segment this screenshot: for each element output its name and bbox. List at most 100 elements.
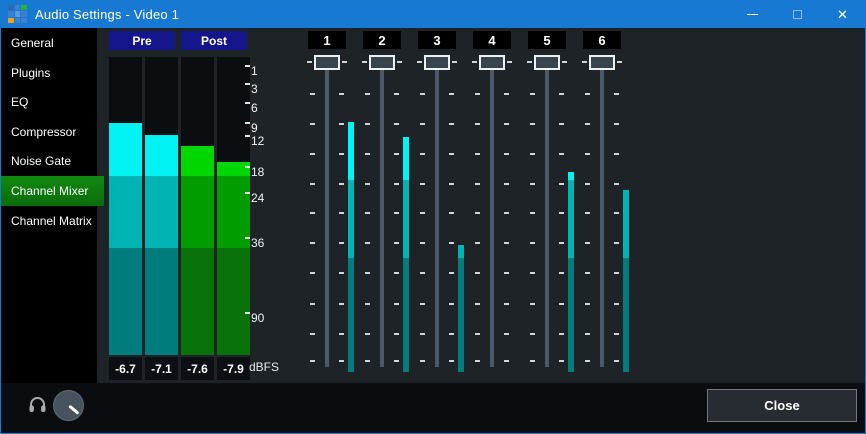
slider-scale-tick bbox=[504, 183, 509, 185]
app-logo-square bbox=[21, 5, 27, 11]
meter-value: -7.6 bbox=[181, 357, 214, 380]
sidebar-item-channel-mixer[interactable]: Channel Mixer bbox=[1, 176, 104, 206]
slider-scale-tick bbox=[614, 183, 619, 185]
slider-scale-tick bbox=[365, 93, 370, 95]
sidebar-item-eq[interactable]: EQ bbox=[1, 87, 97, 117]
channel-slider-track-1[interactable] bbox=[325, 62, 329, 367]
meter-value: -6.7 bbox=[109, 357, 142, 380]
channel-level-meter-2 bbox=[403, 57, 409, 372]
slider-scale-tick bbox=[559, 93, 564, 95]
app-logo-square bbox=[21, 18, 27, 24]
slider-scale-tick bbox=[530, 153, 535, 155]
slider-handle-tick bbox=[507, 61, 512, 63]
minimize-button[interactable] bbox=[730, 0, 775, 28]
channel-header-2: 2 bbox=[363, 31, 401, 49]
channel-header-4: 4 bbox=[473, 31, 511, 49]
slider-scale-tick bbox=[475, 242, 480, 244]
scale-tick-mark bbox=[245, 122, 250, 124]
slider-scale-tick bbox=[475, 153, 480, 155]
slider-scale-tick bbox=[365, 183, 370, 185]
sidebar: GeneralPluginsEQCompressorNoise Gate Chan… bbox=[1, 28, 97, 385]
audio-settings-window: Audio Settings - Video 1 ✕ GeneralPlugin… bbox=[0, 0, 866, 434]
slider-handle-tick bbox=[397, 61, 402, 63]
channel-meter-empty bbox=[403, 57, 409, 137]
scale-tick-label: 12 bbox=[251, 134, 264, 148]
channel-header-6: 6 bbox=[583, 31, 621, 49]
slider-handle-tick bbox=[562, 61, 567, 63]
slider-handle-tick bbox=[527, 61, 532, 63]
slider-handle-tick bbox=[362, 61, 367, 63]
channel-slider-handle-1[interactable] bbox=[314, 55, 340, 70]
sidebar-item-plugins[interactable]: Plugins bbox=[1, 58, 97, 88]
slider-scale-tick bbox=[530, 360, 535, 362]
monitor-volume-knob[interactable] bbox=[53, 390, 84, 421]
slider-scale-tick bbox=[394, 212, 399, 214]
channel-slider-track-4[interactable] bbox=[490, 62, 494, 367]
titlebar[interactable]: Audio Settings - Video 1 ✕ bbox=[1, 0, 865, 28]
footer-bar: Close bbox=[1, 383, 865, 433]
slider-scale-tick bbox=[310, 360, 315, 362]
slider-scale-tick bbox=[585, 183, 590, 185]
level-meter-empty bbox=[217, 57, 250, 162]
slider-scale-tick bbox=[530, 303, 535, 305]
slider-scale-tick bbox=[559, 123, 564, 125]
slider-scale-tick bbox=[420, 272, 425, 274]
sidebar-item-compressor[interactable]: Compressor bbox=[1, 117, 97, 147]
scale-tick-mark bbox=[245, 166, 250, 168]
slider-scale-tick bbox=[449, 183, 454, 185]
channel-slider-track-3[interactable] bbox=[435, 62, 439, 367]
slider-scale-tick bbox=[475, 272, 480, 274]
level-meter-empty bbox=[181, 57, 214, 146]
slider-scale-tick bbox=[585, 333, 590, 335]
slider-scale-tick bbox=[530, 212, 535, 214]
slider-scale-tick bbox=[310, 212, 315, 214]
headphones-icon[interactable] bbox=[28, 396, 47, 418]
slider-scale-tick bbox=[339, 93, 344, 95]
slider-scale-tick bbox=[504, 93, 509, 95]
slider-scale-tick bbox=[475, 93, 480, 95]
slider-handle-tick bbox=[342, 61, 347, 63]
slider-scale-tick bbox=[530, 123, 535, 125]
slider-scale-tick bbox=[420, 123, 425, 125]
slider-scale-tick bbox=[559, 212, 564, 214]
slider-scale-tick bbox=[559, 333, 564, 335]
channel-slider-handle-2[interactable] bbox=[369, 55, 395, 70]
channel-meter-empty bbox=[348, 57, 354, 122]
close-window-button[interactable]: ✕ bbox=[820, 0, 865, 28]
scale-tick-label: 6 bbox=[251, 101, 258, 115]
slider-scale-tick bbox=[585, 212, 590, 214]
slider-scale-tick bbox=[365, 212, 370, 214]
channel-slider-handle-6[interactable] bbox=[589, 55, 615, 70]
slider-scale-tick bbox=[585, 123, 590, 125]
sidebar-item-channel-matrix[interactable]: Channel Matrix bbox=[1, 206, 97, 236]
slider-scale-tick bbox=[449, 93, 454, 95]
slider-scale-tick bbox=[420, 242, 425, 244]
channel-slider-track-2[interactable] bbox=[380, 62, 384, 367]
channel-slider-handle-3[interactable] bbox=[424, 55, 450, 70]
sidebar-item-general[interactable]: General bbox=[1, 28, 97, 58]
channel-slider-track-5[interactable] bbox=[545, 62, 549, 367]
slider-scale-tick bbox=[394, 333, 399, 335]
channel-slider-track-6[interactable] bbox=[600, 62, 604, 367]
maximize-icon bbox=[793, 10, 802, 19]
slider-scale-tick bbox=[394, 93, 399, 95]
scale-tick-label: 24 bbox=[251, 191, 264, 205]
slider-scale-tick bbox=[420, 183, 425, 185]
slider-scale-tick bbox=[504, 153, 509, 155]
slider-scale-tick bbox=[614, 212, 619, 214]
sidebar-item-noise-gate[interactable]: Noise Gate bbox=[1, 146, 97, 176]
channel-mixer-panel: Pre-6.7-7.1Post-7.6-7.9dBFS1369121824369… bbox=[97, 28, 865, 385]
slider-scale-tick bbox=[614, 333, 619, 335]
maximize-button[interactable] bbox=[775, 0, 820, 28]
channel-header-3: 3 bbox=[418, 31, 456, 49]
slider-scale-tick bbox=[420, 360, 425, 362]
slider-scale-tick bbox=[475, 123, 480, 125]
app-logo-square bbox=[15, 5, 21, 11]
slider-scale-tick bbox=[310, 242, 315, 244]
channel-meter-empty bbox=[568, 57, 574, 172]
channel-slider-handle-5[interactable] bbox=[534, 55, 560, 70]
slider-scale-tick bbox=[339, 303, 344, 305]
scale-tick-mark bbox=[245, 312, 250, 314]
channel-slider-handle-4[interactable] bbox=[479, 55, 505, 70]
close-button[interactable]: Close bbox=[707, 389, 857, 422]
